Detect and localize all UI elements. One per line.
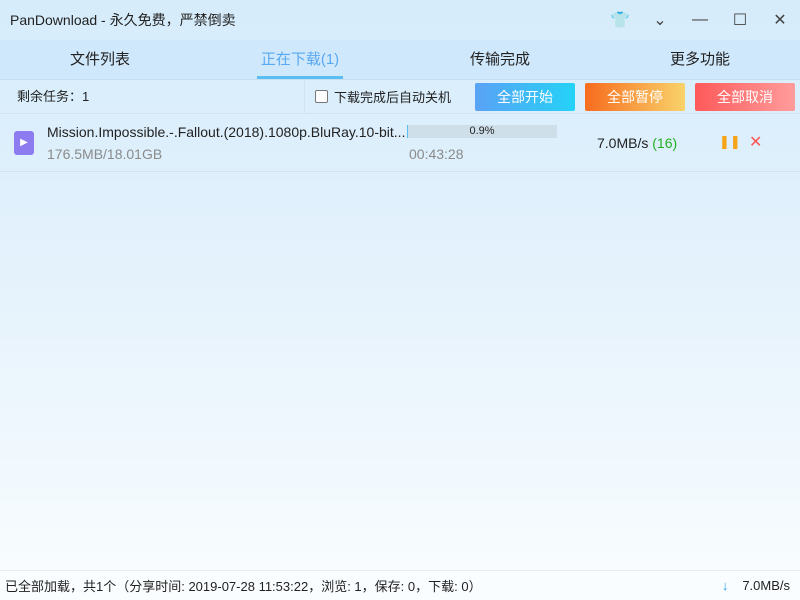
tab-bar: 文件列表 正在下载(1) 传输完成 更多功能 [0, 40, 800, 80]
auto-shutdown-label: 下载完成后自动关机 [334, 90, 452, 105]
remaining-tasks: 剩余任务：1 [0, 80, 305, 113]
speed-value: 7.0MB/s [597, 135, 649, 151]
progress-label: 0.9% [469, 125, 495, 137]
chevron-down-icon[interactable]: ⌄ [640, 10, 680, 30]
connection-count: (16) [652, 135, 678, 151]
title-bar: PanDownload - 永久免费，严禁倒卖 👕 ⌄ — ☐ ✕ [0, 0, 800, 40]
skin-shirt-icon[interactable]: 👕 [600, 10, 640, 30]
toolbar: 剩余任务：1 下载完成后自动关机 全部开始 全部暂停 全部取消 [0, 80, 800, 114]
download-arrow-icon: ↓ [721, 578, 729, 593]
download-row[interactable]: ▶ Mission.Impossible.-.Fallout.(2018).10… [0, 114, 800, 172]
tab-completed[interactable]: 传输完成 [400, 40, 600, 79]
tab-file-list[interactable]: 文件列表 [0, 40, 200, 79]
checkbox-box[interactable] [315, 90, 328, 103]
close-icon[interactable]: ✕ [760, 10, 800, 30]
maximize-icon[interactable]: ☐ [720, 10, 760, 30]
window-title: PanDownload - 永久免费，严禁倒卖 [10, 12, 236, 28]
progress-bar: 0.9% [407, 125, 557, 138]
download-speed: 7.0MB/s (16) [597, 135, 677, 151]
tab-more-features[interactable]: 更多功能 [600, 40, 800, 79]
cancel-download-icon[interactable]: ✕ [749, 132, 762, 152]
minimize-icon[interactable]: — [680, 11, 720, 29]
auto-shutdown-checkbox[interactable]: 下载完成后自动关机 [315, 87, 465, 106]
pause-icon[interactable]: ❚❚ [719, 134, 741, 150]
tab-downloading[interactable]: 正在下载(1) [200, 40, 400, 79]
pause-all-button[interactable]: 全部暂停 [585, 82, 685, 111]
file-size: 176.5MB/18.01GB [47, 146, 163, 162]
file-name: Mission.Impossible.-.Fallout.(2018).1080… [47, 124, 406, 140]
start-all-button[interactable]: 全部开始 [475, 82, 575, 111]
video-file-icon: ▶ [14, 130, 34, 155]
progress-fill [407, 125, 409, 138]
cancel-all-button[interactable]: 全部取消 [695, 82, 795, 111]
total-speed: 7.0MB/s [742, 578, 790, 593]
time-remaining: 00:43:28 [409, 146, 464, 162]
status-text: 已全部加载，共1个（分享时间: 2019-07-28 11:53:22，浏览: … [5, 579, 482, 594]
status-bar: 已全部加载，共1个（分享时间: 2019-07-28 11:53:22，浏览: … [0, 570, 800, 600]
